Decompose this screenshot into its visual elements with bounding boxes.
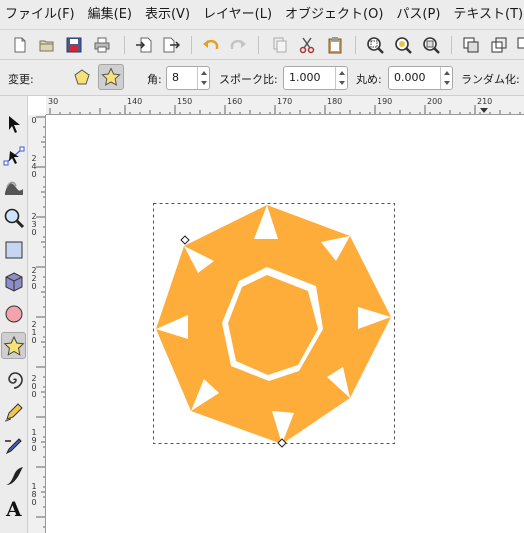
ruler-label: 2 1 0 <box>31 320 37 345</box>
tweak-tool[interactable] <box>1 172 26 199</box>
rectangle-tool[interactable] <box>1 236 26 263</box>
corners-spinbox[interactable]: 8 <box>166 66 210 90</box>
tool-controls-bar: 変更: 角: 8 スポーク比: 1.000 丸め: 0.000 ランダム化: <box>0 60 524 96</box>
pencil-tool[interactable] <box>1 398 26 425</box>
ruler-label: 150 <box>177 97 193 106</box>
ellipse-tool[interactable] <box>1 300 26 327</box>
node-tool[interactable] <box>1 142 26 169</box>
ruler-label: 1 8 0 <box>31 482 37 507</box>
toolbox: A <box>0 96 28 533</box>
horizontal-ruler: 30 140 150 160 170 180 190 200 210 <box>46 96 524 115</box>
randomized-label: ランダム化: <box>461 73 520 86</box>
zoom-tool[interactable] <box>1 204 26 231</box>
unlink-clone-icon[interactable] <box>515 35 524 55</box>
ruler-label: 2 3 0 <box>31 212 37 237</box>
menu-object[interactable]: オブジェクト(O) <box>280 0 391 29</box>
ruler-label: 190 <box>377 97 393 106</box>
ruler-label: 210 <box>477 97 493 106</box>
menu-text[interactable]: テキスト(T) <box>448 0 524 29</box>
commands-toolbar <box>0 30 524 60</box>
ruler-label: 170 <box>277 97 293 106</box>
menubar: ファイル(F) 編集(E) 表示(V) レイヤー(L) オブジェクト(O) パス… <box>0 0 524 30</box>
calligraphy-tool[interactable] <box>1 462 26 489</box>
ruler-label: 30 <box>48 97 59 106</box>
rounded-stepper[interactable] <box>440 67 452 89</box>
spiral-tool[interactable] <box>1 366 26 393</box>
ruler-label: 140 <box>127 97 143 106</box>
copy-icon[interactable] <box>270 35 290 55</box>
corners-value: 8 <box>172 71 179 84</box>
ruler-label: 200 <box>427 97 443 106</box>
clone-icon[interactable] <box>489 35 509 55</box>
ruler-label: 2 0 0 <box>31 374 37 399</box>
svg-text:A: A <box>5 497 22 519</box>
duplicate-icon[interactable] <box>461 35 481 55</box>
new-document-icon[interactable] <box>10 35 30 55</box>
import-icon[interactable] <box>134 35 154 55</box>
zoom-drawing-icon[interactable] <box>393 35 413 55</box>
undo-icon[interactable] <box>201 35 221 55</box>
cut-icon[interactable] <box>297 35 317 55</box>
menu-view[interactable]: 表示(V) <box>140 0 198 29</box>
open-icon[interactable] <box>37 35 57 55</box>
menu-edit[interactable]: 編集(E) <box>83 0 140 29</box>
mode-label: 変更: <box>8 73 34 86</box>
vertical-ruler: 0 2 4 0 2 3 0 2 2 0 2 1 0 2 0 0 1 9 0 1 … <box>28 115 46 533</box>
ruler-label: 2 2 0 <box>31 266 37 291</box>
pen-tool[interactable] <box>1 430 26 457</box>
3d-box-tool[interactable] <box>1 268 26 295</box>
text-tool[interactable]: A <box>1 494 26 521</box>
print-icon[interactable] <box>92 35 112 55</box>
export-icon[interactable] <box>161 35 181 55</box>
zoom-page-icon[interactable] <box>421 35 441 55</box>
ruler-label: 0 <box>31 116 37 125</box>
star-handle[interactable] <box>180 235 190 245</box>
star-mode-button[interactable] <box>98 64 124 90</box>
corners-label: 角: <box>147 73 162 86</box>
star-shape[interactable] <box>156 205 391 444</box>
ruler-label: 1 9 0 <box>31 428 37 453</box>
menu-file[interactable]: ファイル(F) <box>0 0 83 29</box>
star-tool[interactable] <box>1 332 26 359</box>
rounded-label: 丸め: <box>356 73 382 86</box>
spoke-ratio-stepper[interactable] <box>335 67 347 89</box>
ruler-label: 160 <box>227 97 243 106</box>
polygon-mode-button[interactable] <box>69 64 95 90</box>
ruler-label: 180 <box>327 97 343 106</box>
menu-layer[interactable]: レイヤー(L) <box>198 0 280 29</box>
rounded-value: 0.000 <box>394 71 426 84</box>
polygon-icon <box>73 68 91 86</box>
drawing-canvas[interactable] <box>46 115 524 533</box>
selector-tool[interactable] <box>1 110 26 137</box>
redo-icon[interactable] <box>228 35 248 55</box>
paste-icon[interactable] <box>325 35 345 55</box>
zoom-selection-icon[interactable] <box>365 35 385 55</box>
spoke-ratio-spinbox[interactable]: 1.000 <box>283 66 348 90</box>
menu-path[interactable]: パス(P) <box>391 0 448 29</box>
corners-stepper[interactable] <box>197 67 209 89</box>
ruler-label: 2 4 0 <box>31 154 37 179</box>
spoke-ratio-label: スポーク比: <box>219 73 278 86</box>
save-icon[interactable] <box>64 35 84 55</box>
star-icon <box>101 67 121 87</box>
rounded-spinbox[interactable]: 0.000 <box>388 66 453 90</box>
spoke-ratio-value: 1.000 <box>289 71 321 84</box>
